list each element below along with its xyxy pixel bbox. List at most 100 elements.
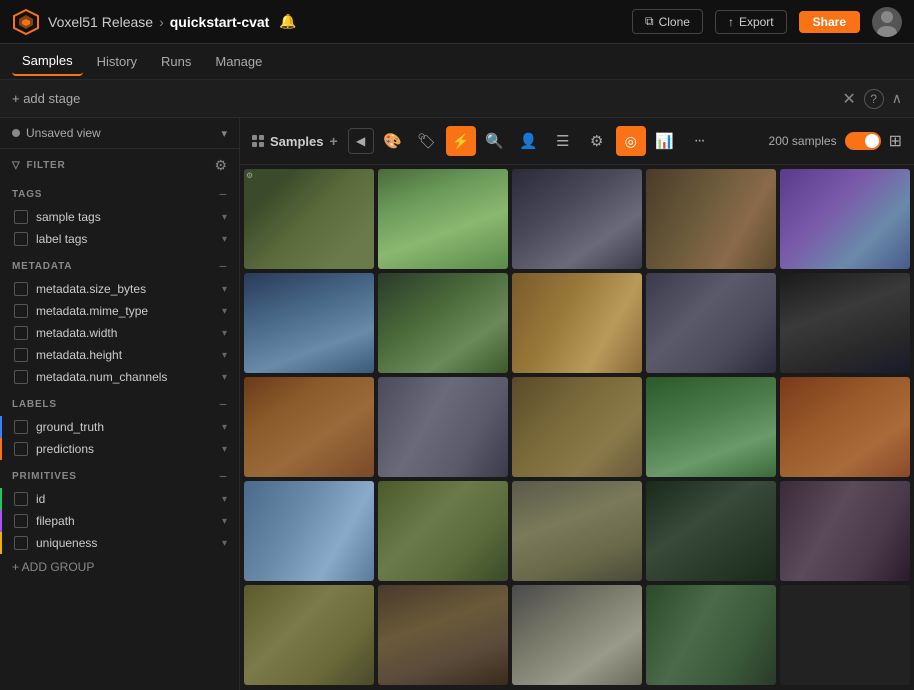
label-tags-checkbox[interactable] — [14, 232, 28, 246]
avatar[interactable] — [872, 7, 902, 37]
mime-type-chevron-icon: ▾ — [222, 306, 227, 317]
image-cell-empty — [780, 585, 910, 685]
export-button[interactable]: ↑ Export — [715, 10, 787, 34]
sidebar-item-id[interactable]: id ▾ — [0, 488, 239, 510]
image-cell-man[interactable] — [646, 273, 776, 373]
image-cell-dog[interactable] — [780, 481, 910, 581]
list-icon: ☰ — [556, 132, 569, 150]
image-cell-bear[interactable] — [512, 377, 642, 477]
image-cell-zebra[interactable] — [512, 585, 642, 685]
sidebar-item-label-tags[interactable]: label tags ▾ — [0, 228, 239, 250]
predictions-checkbox[interactable] — [14, 442, 28, 456]
labels-collapse-icon[interactable]: − — [219, 396, 227, 412]
labels-section-header: LABELS − — [0, 388, 239, 416]
view-selector[interactable]: Unsaved view ▾ — [0, 118, 239, 149]
grid-row-2 — [244, 273, 910, 373]
image-cell-food1[interactable] — [646, 169, 776, 269]
ground-truth-checkbox[interactable] — [14, 420, 28, 434]
tags-collapse-icon[interactable]: − — [219, 186, 227, 202]
image-cell-dark-bird[interactable] — [646, 481, 776, 581]
toggle-switch[interactable] — [845, 132, 881, 150]
image-cell-donkey[interactable] — [378, 273, 508, 373]
clone-button[interactable]: ⧉ Clone — [632, 9, 703, 34]
image-cell-cat-orange[interactable] — [512, 273, 642, 373]
search-button[interactable]: 🔍 — [480, 126, 510, 156]
help-button[interactable]: ? — [864, 89, 884, 109]
image-cell-street[interactable] — [378, 585, 508, 685]
image-man — [646, 273, 776, 373]
separator: › — [159, 14, 164, 30]
predictions-label: predictions — [36, 442, 222, 456]
scatter-button[interactable]: ··· — [684, 126, 714, 156]
sidebar-item-predictions[interactable]: predictions ▾ — [0, 438, 239, 460]
size-bytes-chevron-icon: ▾ — [222, 284, 227, 295]
prev-button[interactable]: ◀ — [348, 128, 374, 154]
tab-manage[interactable]: Manage — [205, 48, 272, 75]
sidebar-item-num-channels[interactable]: metadata.num_channels ▾ — [0, 366, 239, 388]
clear-button[interactable]: ✕ — [842, 89, 855, 109]
collapse-button[interactable]: ∧ — [892, 90, 902, 107]
sidebar-item-size-bytes[interactable]: metadata.size_bytes ▾ — [0, 278, 239, 300]
image-cell-cat-dark[interactable] — [780, 273, 910, 373]
filter-settings-button[interactable]: ⚙ — [214, 157, 227, 174]
mime-type-checkbox[interactable] — [14, 304, 28, 318]
sample-tags-checkbox[interactable] — [14, 210, 28, 224]
share-button[interactable]: Share — [799, 11, 860, 33]
org-name[interactable]: Voxel51 Release — [48, 14, 153, 30]
openai-icon: ◎ — [625, 133, 637, 150]
image-cell-pizza[interactable] — [780, 377, 910, 477]
filter-button[interactable]: ⚡ — [446, 126, 476, 156]
add-tab-icon[interactable]: + — [329, 133, 337, 149]
label-tags-chevron-icon: ▾ — [222, 234, 227, 245]
image-cell-cat2[interactable] — [512, 481, 642, 581]
sidebar-item-ground-truth[interactable]: ground_truth ▾ — [0, 416, 239, 438]
sidebar-item-mime-type[interactable]: metadata.mime_type ▾ — [0, 300, 239, 322]
image-cell-wolf[interactable] — [378, 377, 508, 477]
sidebar-item-height[interactable]: metadata.height ▾ — [0, 344, 239, 366]
person-button[interactable]: 👤 — [514, 126, 544, 156]
grid-row-3 — [244, 377, 910, 477]
project-name[interactable]: quickstart-cvat — [170, 14, 270, 30]
num-channels-checkbox[interactable] — [14, 370, 28, 384]
tag-icon: 🏷 — [417, 132, 436, 150]
uniqueness-checkbox[interactable] — [14, 536, 28, 550]
sidebar-item-filepath[interactable]: filepath ▾ — [0, 510, 239, 532]
color-scheme-button[interactable]: 🎨 — [378, 126, 408, 156]
list-view-button[interactable]: ☰ — [548, 126, 578, 156]
image-cell-cats[interactable] — [512, 169, 642, 269]
image-cell-plane[interactable] — [244, 481, 374, 581]
settings-button[interactable]: ⚙ — [582, 126, 612, 156]
image-cell-cowboy[interactable] — [378, 169, 508, 269]
sidebar-item-uniqueness[interactable]: uniqueness ▾ — [0, 532, 239, 554]
width-checkbox[interactable] — [14, 326, 28, 340]
tab-runs[interactable]: Runs — [151, 48, 201, 75]
grid-view-button[interactable]: ⊞ — [889, 131, 902, 151]
size-bytes-checkbox[interactable] — [14, 282, 28, 296]
image-cell-food2[interactable] — [244, 377, 374, 477]
image-cat-orange — [512, 273, 642, 373]
primitives-collapse-icon[interactable]: − — [219, 468, 227, 484]
tab-samples[interactable]: Samples — [12, 47, 83, 76]
add-stage-button[interactable]: + add stage — [12, 91, 80, 106]
metadata-collapse-icon[interactable]: − — [219, 258, 227, 274]
id-checkbox[interactable] — [14, 492, 28, 506]
tag-button[interactable]: 🏷 — [412, 126, 442, 156]
height-checkbox[interactable] — [14, 348, 28, 362]
openai-button[interactable]: ◎ — [616, 126, 646, 156]
view-name: Unsaved view — [26, 126, 101, 140]
image-cell-turkey[interactable]: ⚙ — [244, 169, 374, 269]
notification-icon[interactable]: 🔔 — [279, 13, 296, 30]
add-group-button[interactable]: + ADD GROUP — [0, 554, 239, 580]
image-cell-marmot[interactable] — [378, 481, 508, 581]
filepath-checkbox[interactable] — [14, 514, 28, 528]
image-cell-doll[interactable] — [646, 377, 776, 477]
sidebar-item-width[interactable]: metadata.width ▾ — [0, 322, 239, 344]
tab-history[interactable]: History — [87, 48, 147, 75]
image-cell-dino[interactable] — [244, 585, 374, 685]
chart-button[interactable]: 📊 — [650, 126, 680, 156]
nav-right: ⧉ Clone ↑ Export Share — [632, 7, 902, 37]
sidebar-item-sample-tags[interactable]: sample tags ▾ — [0, 206, 239, 228]
image-cell-train[interactable] — [244, 273, 374, 373]
image-cell-green[interactable] — [646, 585, 776, 685]
image-cell-cake[interactable] — [780, 169, 910, 269]
